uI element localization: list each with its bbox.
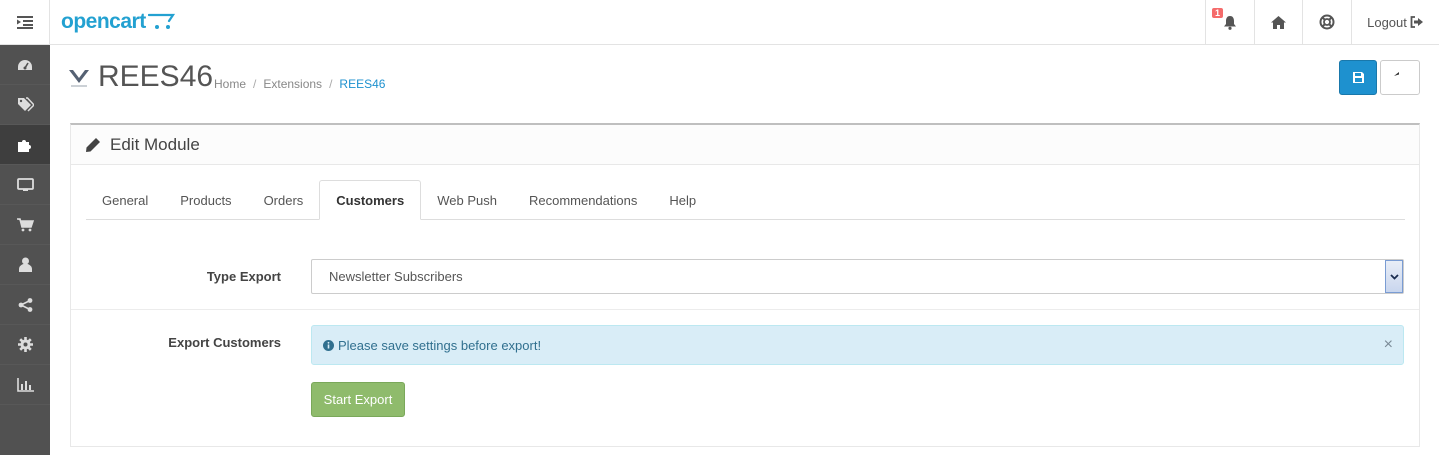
type-export-select[interactable]: Newsletter Subscribers: [311, 259, 1404, 294]
back-button[interactable]: [1380, 60, 1420, 95]
notifications-button[interactable]: 1: [1205, 0, 1254, 44]
home-icon: [1271, 15, 1286, 29]
menu-toggle-button[interactable]: [0, 0, 50, 44]
breadcrumb-rees46[interactable]: REES46: [339, 77, 385, 91]
reports-chart-icon: [16, 377, 34, 392]
sidebar-item-extensions[interactable]: [0, 125, 50, 165]
breadcrumb-separator: /: [329, 77, 333, 91]
export-customers-label: Export Customers: [168, 335, 281, 350]
sidebar-item-design[interactable]: [0, 165, 50, 205]
info-alert: Please save settings before export! ×: [311, 325, 1404, 365]
breadcrumb-home[interactable]: Home: [214, 77, 246, 91]
rees46-logo-icon: [68, 67, 90, 92]
tab-recommendations[interactable]: Recommendations: [513, 180, 653, 220]
logo-cart-icon: [147, 13, 175, 29]
save-floppy-icon: [1352, 72, 1364, 83]
save-button[interactable]: [1339, 60, 1377, 95]
sidebar-item-dashboard[interactable]: [0, 45, 50, 85]
sidebar-item-reports[interactable]: [0, 365, 50, 405]
menu-indent-icon: [16, 15, 33, 29]
select-dropdown-arrow[interactable]: [1385, 260, 1403, 293]
panel-heading: Edit Module: [71, 125, 1419, 165]
sign-out-icon: [1410, 16, 1423, 28]
page-title: REES46: [98, 60, 214, 93]
left-sidebar: [0, 45, 50, 455]
tab-orders[interactable]: Orders: [248, 180, 320, 220]
catalog-tags-icon: [17, 97, 34, 112]
type-export-label: Type Export: [206, 269, 281, 284]
sidebar-item-sales[interactable]: [0, 205, 50, 245]
breadcrumb-separator: /: [253, 77, 257, 91]
life-ring-icon: [1319, 14, 1335, 30]
tab-help[interactable]: Help: [653, 180, 712, 220]
sidebar-item-marketing[interactable]: [0, 285, 50, 325]
alert-close-button[interactable]: ×: [1384, 336, 1393, 354]
tab-customers[interactable]: Customers: [319, 180, 422, 220]
notification-badge: 1: [1212, 8, 1224, 18]
logout-button[interactable]: Logout: [1351, 0, 1439, 44]
dashboard-icon: [18, 59, 32, 70]
logout-label: Logout: [1367, 14, 1407, 30]
tab-general[interactable]: General: [86, 180, 164, 220]
extensions-puzzle-icon: [18, 140, 31, 152]
breadcrumb-extensions[interactable]: Extensions: [263, 77, 322, 91]
start-export-button[interactable]: Start Export: [311, 382, 405, 417]
type-export-value: Newsletter Subscribers: [329, 269, 463, 284]
edit-module-panel: Edit Module General Products Orders Cust…: [70, 123, 1420, 447]
reply-arrow-icon: [1393, 72, 1399, 76]
design-monitor-icon: [16, 177, 34, 191]
panel-title: Edit Module: [110, 134, 200, 154]
marketing-share-icon: [18, 297, 32, 312]
chevron-down-icon: [1389, 273, 1399, 280]
pencil-icon: [86, 137, 100, 152]
module-tabs: General Products Orders Customers Web Pu…: [86, 180, 1405, 220]
sidebar-item-system[interactable]: [0, 325, 50, 365]
tab-products[interactable]: Products: [164, 180, 247, 220]
tab-web-push[interactable]: Web Push: [421, 180, 513, 220]
form-divider: [71, 309, 1419, 310]
opencart-logo[interactable]: opencart: [61, 9, 176, 35]
home-button[interactable]: [1254, 0, 1302, 44]
breadcrumb: Home / Extensions / REES46: [214, 77, 385, 91]
alert-message: Please save settings before export!: [338, 337, 542, 353]
sidebar-item-catalog[interactable]: [0, 85, 50, 125]
system-gear-icon: [17, 337, 33, 352]
top-header: opencart 1 Logout: [0, 0, 1439, 45]
help-button[interactable]: [1302, 0, 1351, 44]
sales-cart-icon: [16, 217, 34, 231]
customers-user-icon: [18, 257, 32, 272]
sidebar-item-customers[interactable]: [0, 245, 50, 285]
info-circle-icon: [323, 339, 334, 351]
bell-icon: [1224, 15, 1236, 30]
logo-text: opencart: [61, 10, 146, 33]
